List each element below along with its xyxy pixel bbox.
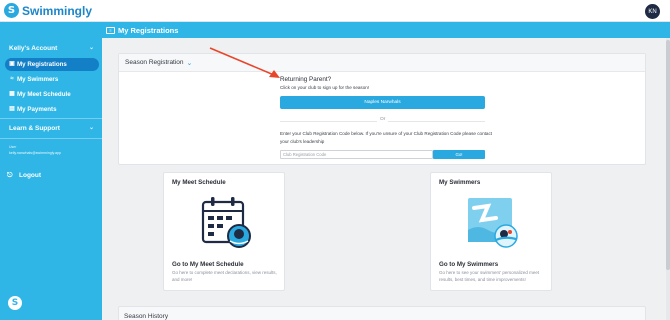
go-button[interactable]: Go!	[433, 150, 485, 159]
card-description: Go here to see your swimmers' personaliz…	[439, 270, 540, 282]
learn-section-title: Learn & Support	[9, 124, 60, 132]
sidebar-item-label: My Swimmers	[17, 76, 59, 83]
chevron-down-icon: ⌄	[88, 45, 94, 51]
season-history-card: Season History	[118, 306, 646, 320]
calendar-icon: ▦	[9, 91, 15, 97]
page-title: My Registrations	[118, 25, 179, 35]
swimmingly-logo-icon: S	[4, 3, 19, 18]
sidebar-divider	[0, 118, 102, 119]
learn-section-header[interactable]: Learn & Support ⌄	[0, 121, 102, 135]
my-swimmers-card[interactable]: My Swimmers Go to My Swimmers Go here to…	[430, 172, 552, 291]
registration-code-input[interactable]: Club Registration Code	[280, 150, 433, 159]
sidebar: Kelly's Account ⌄ ▣ My Registrations ≈ M…	[0, 22, 102, 320]
account-section-header[interactable]: Kelly's Account ⌄	[0, 41, 102, 55]
returning-parent-title: Returning Parent?	[280, 76, 332, 83]
sidebar-item-my-meet-schedule[interactable]: ▦ My Meet Schedule	[5, 88, 99, 101]
swimmingly-logo[interactable]: S Swimmingly	[4, 3, 92, 18]
scrollbar-thumb[interactable]	[666, 40, 670, 270]
returning-parent-subtitle: Click on your club to sign up for the se…	[280, 85, 370, 90]
logout-icon: ⎋	[7, 171, 13, 179]
swimmingly-logo-icon: S	[8, 296, 22, 310]
chevron-down-icon: ⌄	[88, 125, 94, 131]
registration-code-instructions: Enter your Club Registration Code below.…	[280, 131, 493, 144]
club-button[interactable]: Naples Narwhals	[280, 96, 485, 109]
logout-button[interactable]: ⎋ Logout	[7, 170, 41, 181]
sidebar-item-my-swimmers[interactable]: ≈ My Swimmers	[5, 73, 99, 86]
annotation-arrow-icon	[209, 47, 280, 78]
card-title: My Meet Schedule	[172, 179, 226, 186]
season-history-title: Season History	[124, 313, 169, 320]
swimmer-icon: ≈	[10, 76, 14, 82]
receipt-icon: ▤	[9, 106, 15, 112]
card-description: Go here to complete meet declarations, v…	[172, 270, 277, 282]
season-registration-label: Season Registration	[125, 59, 184, 66]
season-registration-card: Season Registration ⌄ Returning Parent? …	[118, 53, 646, 165]
user-email-label: User	[9, 145, 17, 149]
go-to-meet-schedule-link[interactable]: Go to My Meet Schedule	[172, 261, 244, 268]
meet-schedule-card[interactable]: My Meet Schedule Go to My Meet Schedule …	[163, 172, 285, 291]
or-separator: Or	[377, 117, 389, 122]
top-bar: S Swimmingly KN	[0, 0, 670, 22]
sidebar-divider	[0, 138, 102, 139]
logout-label: Logout	[19, 172, 42, 179]
swimmer-photo-icon	[468, 198, 518, 248]
chevron-down-icon: ⌄	[186, 59, 193, 67]
avatar[interactable]: KN	[645, 4, 660, 19]
card-title: My Swimmers	[439, 179, 481, 186]
sidebar-item-label: My Payments	[17, 106, 57, 113]
sidebar-item-label: My Registrations	[17, 61, 67, 68]
registration-icon: ≡	[106, 26, 115, 34]
app-name: Swimmingly	[22, 3, 93, 18]
page-header: ≡ My Registrations	[102, 22, 670, 38]
sidebar-item-my-payments[interactable]: ▤ My Payments	[5, 103, 99, 116]
user-email: kelly.nanwhals@swimmingly.app	[9, 151, 62, 155]
season-registration-dropdown[interactable]: Season Registration ⌄	[119, 54, 645, 72]
sidebar-item-my-registrations[interactable]: ▣ My Registrations	[5, 58, 99, 71]
account-section-title: Kelly's Account	[9, 44, 58, 52]
registration-icon: ▣	[9, 61, 15, 67]
calendar-swimmer-icon	[201, 197, 251, 248]
sidebar-item-label: My Meet Schedule	[17, 91, 71, 98]
go-to-my-swimmers-link[interactable]: Go to My Swimmers	[439, 261, 498, 268]
